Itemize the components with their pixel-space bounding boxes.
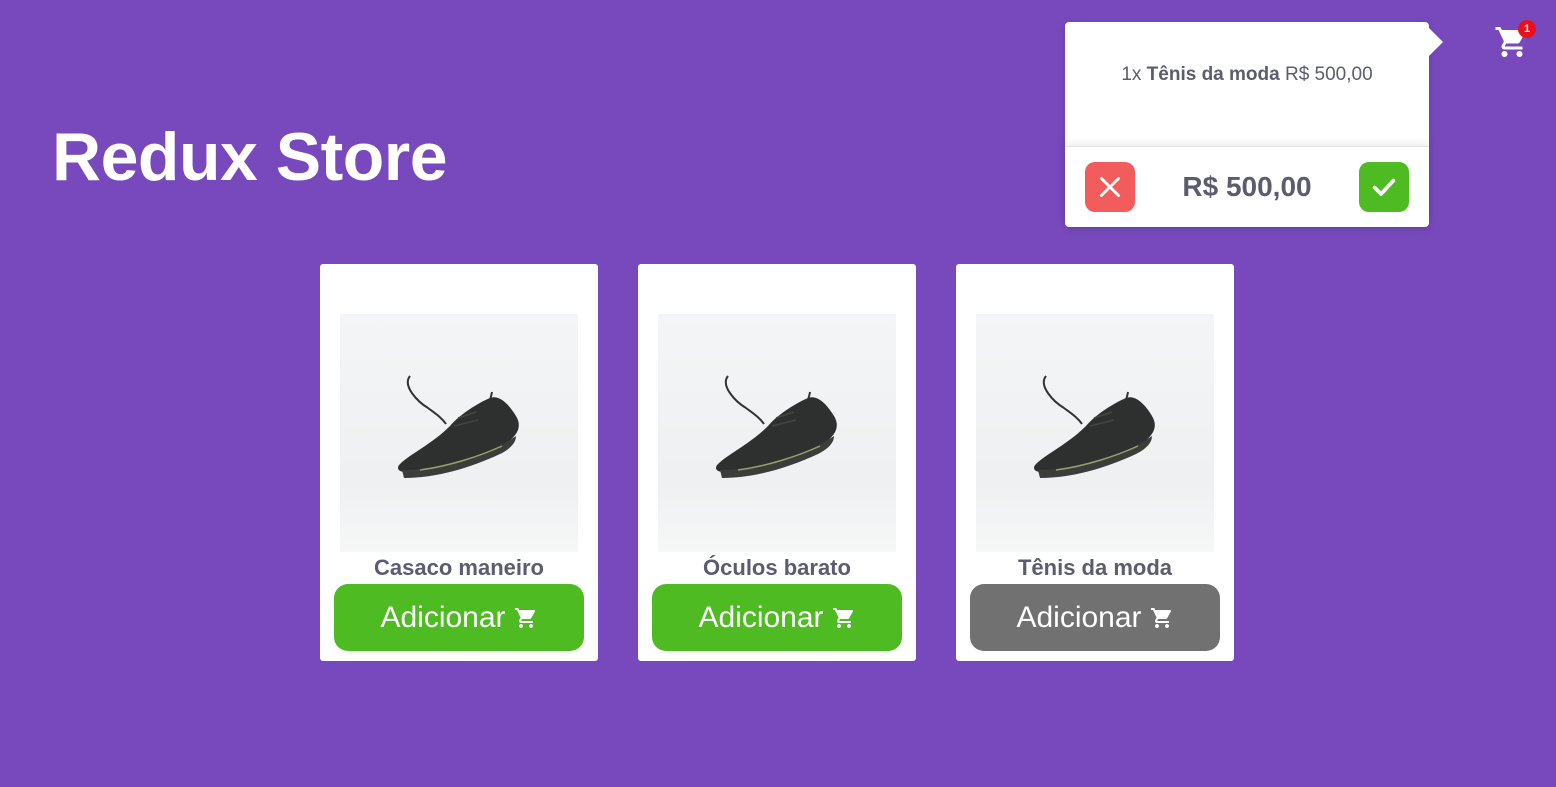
store-title: Redux Store [52, 119, 448, 195]
cart-item-name: Tênis da moda [1146, 64, 1280, 85]
sneaker-image [398, 375, 519, 478]
add-to-cart-button[interactable]: Adicionar [334, 584, 584, 651]
product-image [658, 314, 896, 552]
cart-dropdown: 1x Tênis da moda R$ 500,00 R$ 500,00 [1065, 22, 1443, 227]
product-image [340, 314, 578, 552]
add-to-cart-button[interactable]: Adicionar [652, 584, 902, 651]
cart-total: R$ 500,00 [1182, 171, 1312, 202]
cart-items-list: 1x Tênis da moda R$ 500,00 [1065, 22, 1429, 146]
add-button-label: Adicionar [1016, 600, 1142, 634]
product-name: Casaco maneiro [374, 555, 544, 580]
cart-button[interactable]: 1 [1494, 20, 1538, 64]
add-button-label: Adicionar [698, 600, 824, 634]
clear-cart-button[interactable] [1085, 162, 1135, 212]
cart-footer: R$ 500,00 [1065, 146, 1429, 227]
cart-icon [514, 607, 535, 628]
product-card: Casaco maneiro Adicionar [320, 264, 598, 661]
product-image [976, 314, 1214, 552]
sneaker-image [716, 375, 837, 478]
cart-icon [1150, 607, 1171, 628]
cart-count-badge: 1 [1518, 20, 1536, 38]
product-name: Tênis da moda [1017, 555, 1173, 580]
check-icon [1372, 178, 1396, 196]
add-to-cart-button-disabled[interactable]: Adicionar [970, 584, 1220, 651]
sneaker-image [1034, 375, 1155, 478]
confirm-cart-button[interactable] [1359, 162, 1409, 212]
cart-item: 1x Tênis da moda R$ 500,00 [1065, 64, 1429, 86]
cart-icon [832, 607, 853, 628]
product-card: Óculos barato Adicionar [638, 264, 916, 661]
cart-item-price: R$ 500,00 [1284, 64, 1373, 85]
product-list: Casaco maneiro Adicionar Óculos barato A… [320, 264, 1234, 661]
product-card: Tênis da moda Adicionar [956, 264, 1234, 661]
close-icon [1099, 176, 1121, 198]
product-name: Óculos barato [703, 555, 851, 580]
add-button-label: Adicionar [380, 600, 506, 634]
cart-item-quantity: 1x [1121, 64, 1142, 85]
